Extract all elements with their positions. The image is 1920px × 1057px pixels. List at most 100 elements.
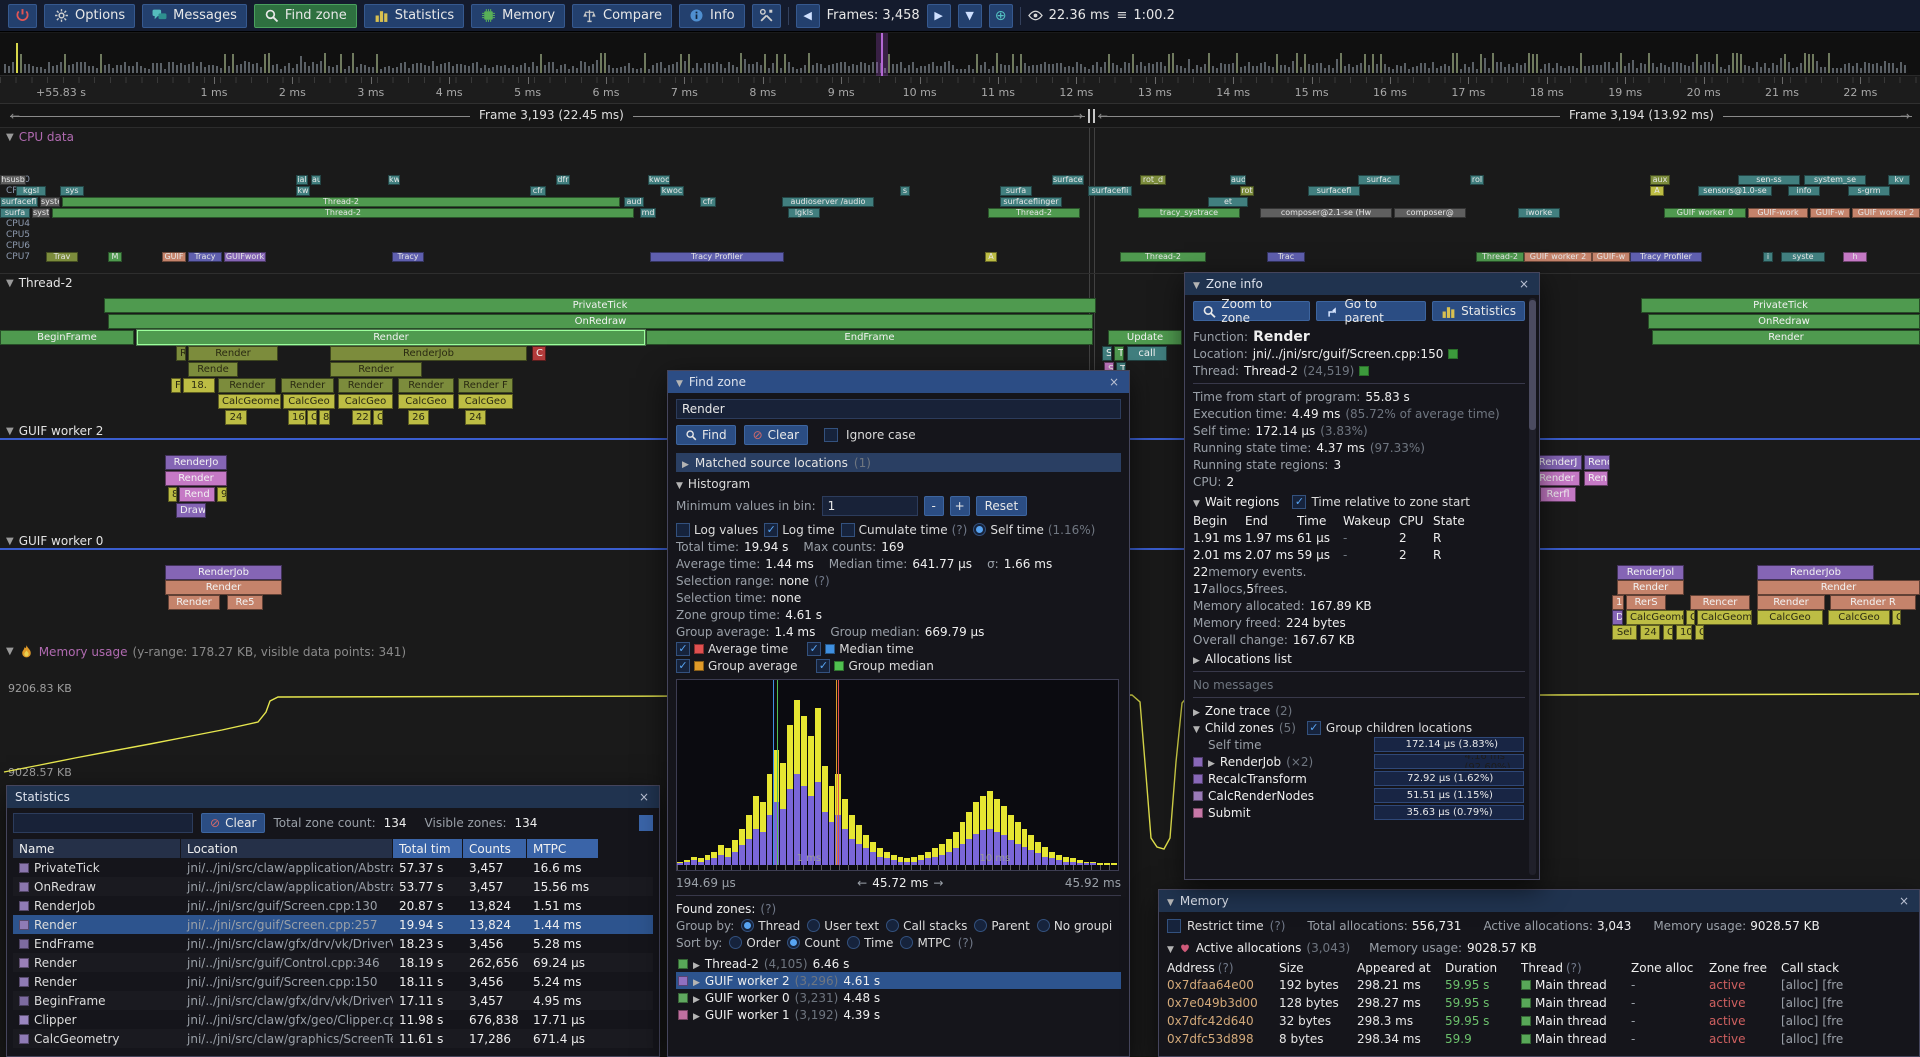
frame-bar[interactable] (944, 62, 946, 73)
frame-bar[interactable] (1080, 64, 1082, 73)
cpu-zone[interactable]: GUIF-w (1810, 208, 1850, 218)
frame-bar[interactable] (984, 62, 986, 73)
frame-bar[interactable] (1672, 62, 1674, 73)
timeline-zone[interactable]: CalcGeo (1828, 610, 1890, 625)
frame-bar[interactable] (564, 64, 566, 73)
frame-bar[interactable] (408, 68, 410, 73)
cpu-zone[interactable]: aux (1650, 175, 1670, 185)
frame-bar[interactable] (1868, 63, 1870, 73)
expand-triangle-icon[interactable] (1208, 755, 1215, 769)
cpu-zone[interactable]: GUIFwork (224, 252, 266, 262)
cpu-zone[interactable]: kw (388, 175, 400, 185)
frame-bar[interactable] (792, 67, 794, 73)
cpu-zone[interactable]: surfa (0, 208, 30, 218)
cpu-zone[interactable]: kw (296, 186, 310, 196)
toolbar-button-info[interactable]: Info (679, 4, 745, 28)
frame-bar[interactable] (1012, 54, 1014, 73)
cpu-zone[interactable]: Tracy Profiler (650, 252, 784, 262)
frame-bar[interactable] (648, 69, 650, 73)
frame-bar[interactable] (736, 67, 738, 73)
filter-zones-input[interactable] (13, 813, 193, 833)
frame-bar[interactable] (1464, 64, 1466, 73)
frame-bar[interactable] (644, 53, 646, 73)
frame-bar[interactable] (96, 68, 98, 73)
frame-markers-row[interactable]: ←→Frame 3,193 (22.45 ms)←→Frame 3,194 (1… (0, 104, 1920, 128)
frame-bar[interactable] (1356, 65, 1358, 73)
frame-bar[interactable] (600, 53, 602, 73)
frame-bar[interactable] (316, 64, 318, 73)
clear-filter-button[interactable]: ⊘Clear (201, 813, 265, 833)
frame-bar[interactable] (44, 69, 46, 73)
next-frame-button[interactable]: ▶ (927, 4, 951, 28)
frame-bar[interactable] (1376, 64, 1378, 73)
timeline-zone[interactable]: 22 (352, 410, 371, 425)
cpu-zone[interactable]: GUIF-work (1748, 208, 1808, 218)
cpu-zone[interactable]: surfaceflinger (1000, 197, 1062, 207)
frame-bar[interactable] (1000, 64, 1002, 73)
cpu-zone[interactable]: iworke (1518, 208, 1560, 218)
frame-bar[interactable] (136, 62, 138, 73)
frame-bar[interactable] (376, 54, 378, 73)
frame-bar[interactable] (1720, 67, 1722, 73)
frame-bar[interactable] (248, 62, 250, 73)
frame-bar[interactable] (1100, 67, 1102, 73)
frame-bar[interactable] (476, 62, 478, 73)
timeline-zone[interactable]: 18. (183, 378, 215, 393)
sort-by-radio-order[interactable] (729, 936, 742, 949)
frame-bar[interactable] (228, 66, 230, 73)
frame-bar[interactable] (1076, 62, 1078, 73)
frame-bar[interactable] (84, 62, 86, 73)
frame-bar[interactable] (1372, 54, 1374, 73)
frame-bar[interactable] (1600, 65, 1602, 73)
frame-bar[interactable] (1492, 53, 1494, 73)
frame-bar[interactable] (1648, 53, 1650, 73)
frame-bar[interactable] (516, 67, 518, 73)
frame-bar[interactable] (1700, 65, 1702, 73)
frame-bar[interactable] (1684, 65, 1686, 73)
frame-bar[interactable] (540, 54, 542, 73)
frame-bar[interactable] (500, 66, 502, 73)
frame-bar[interactable] (568, 69, 570, 73)
timeline-zone[interactable]: C (1686, 610, 1695, 625)
frame-bar[interactable] (164, 69, 166, 73)
cpu-zone[interactable]: Trac (1267, 252, 1305, 262)
frame-bar[interactable] (1680, 63, 1682, 73)
frame-bar[interactable] (112, 68, 114, 73)
frame-bar[interactable] (68, 65, 70, 73)
frame-bar[interactable] (636, 69, 638, 73)
frame-bar[interactable] (596, 60, 598, 73)
frame-bar[interactable] (1148, 63, 1150, 73)
frame-bar[interactable] (1144, 66, 1146, 73)
collapse-triangle-icon[interactable] (1167, 894, 1174, 908)
column-header[interactable]: Thread(?) (1521, 959, 1631, 976)
timeline-zone[interactable]: Render (330, 362, 422, 377)
timeline-zone[interactable]: RenderJol (1617, 565, 1684, 580)
sort-by-radio-count[interactable] (787, 936, 800, 949)
timeline-zone[interactable]: D (1612, 610, 1623, 625)
cpu-zone[interactable]: lgkls (788, 208, 820, 218)
frame-bar[interactable] (652, 65, 654, 73)
toolbar-button-messages[interactable]: Messages (142, 4, 247, 28)
frame-bar[interactable] (1164, 66, 1166, 73)
callstack-free-link[interactable]: [fre (1822, 996, 1843, 1010)
frame-bar[interactable] (232, 54, 234, 73)
timeline-zone[interactable]: CalcGeomet (1697, 610, 1752, 625)
frame-bar[interactable] (1424, 63, 1426, 73)
frame-bar[interactable] (1772, 63, 1774, 73)
frame-bar[interactable] (824, 68, 826, 73)
accumulation-mode-button[interactable] (639, 815, 653, 831)
frame-bar[interactable] (716, 62, 718, 73)
timeline-zone[interactable]: OnRedraw (108, 314, 1093, 329)
frame-bar[interactable] (1612, 68, 1614, 73)
frame-bar[interactable] (88, 66, 90, 73)
frame-bar[interactable] (1636, 68, 1638, 73)
thread-section-label-guif0[interactable]: ▼GUIF worker 0 (6, 534, 103, 548)
frame-bar[interactable] (588, 66, 590, 73)
frame-bar[interactable] (828, 65, 830, 73)
option-help[interactable]: (?) (952, 523, 968, 537)
frame-bar[interactable] (216, 66, 218, 73)
frame-bar[interactable] (1248, 62, 1250, 73)
timeline-zone[interactable]: Render (398, 378, 454, 393)
frame-bar[interactable] (236, 65, 238, 73)
frame-bar[interactable] (1064, 67, 1066, 73)
